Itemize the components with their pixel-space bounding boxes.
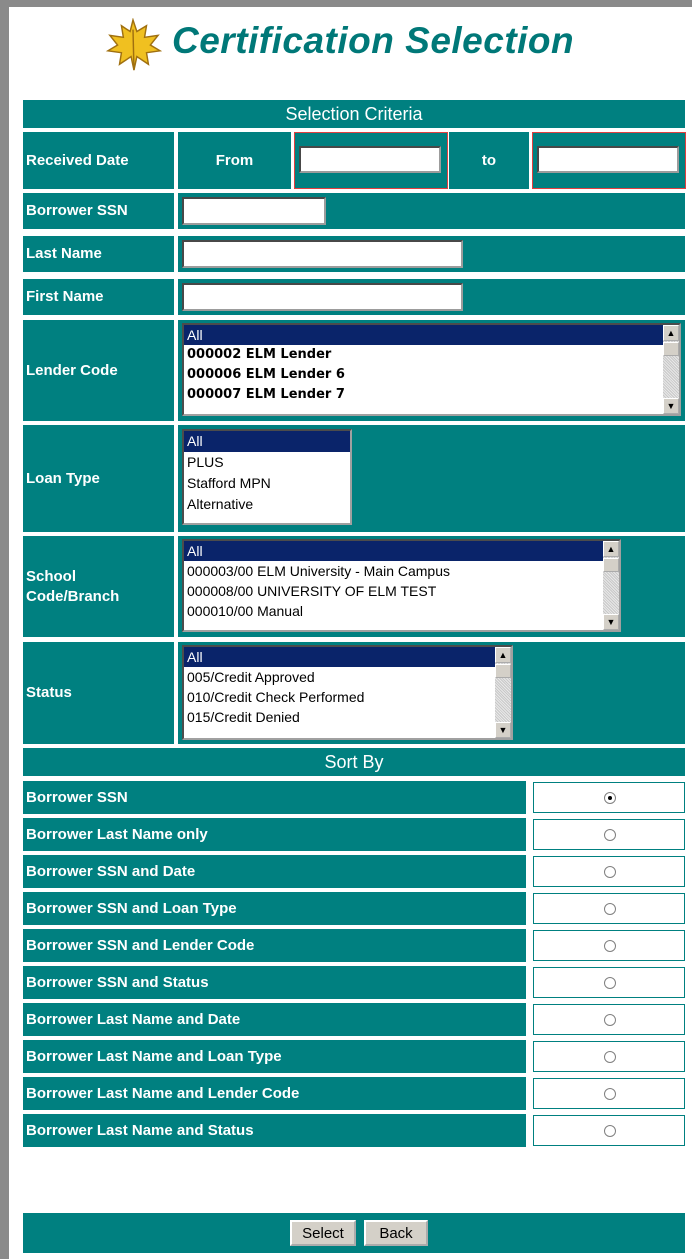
sort-radio-cell [533,930,685,961]
sort-radio-last-name-loan-type[interactable] [604,1051,616,1063]
list-option[interactable]: 000006 ELM Lender 6 [184,365,679,385]
sort-option-label: Borrower SSN and Loan Type [23,892,526,925]
list-option[interactable]: 000003/00 ELM University - Main Campus [184,561,619,581]
last-name-label: Last Name [23,236,174,272]
sort-option-label: Borrower Last Name and Loan Type [23,1040,526,1073]
sort-radio-cell [533,967,685,998]
sort-radio-last-name-only[interactable] [604,829,616,841]
list-option[interactable]: Alternative [184,494,350,515]
sort-option-label: Borrower Last Name and Status [23,1114,526,1147]
first-name-input[interactable] [182,283,463,311]
list-option[interactable]: 000002 ELM Lender [184,345,679,365]
sort-option-label: Borrower SSN and Lender Code [23,929,526,962]
sort-radio-ssn-status[interactable] [604,977,616,989]
lender-code-listbox[interactable]: All 000002 ELM Lender 000006 ELM Lender … [182,323,681,416]
sort-radio-cell [533,1004,685,1035]
borrower-ssn-input[interactable] [182,197,326,225]
list-option[interactable]: 005/Credit Approved [184,667,511,687]
scroll-up-icon[interactable]: ▲ [495,647,511,663]
list-option[interactable]: 000010/00 Manual [184,601,619,621]
last-name-input[interactable] [182,240,463,268]
sort-radio-ssn-date[interactable] [604,866,616,878]
sort-radio-ssn-lender-code[interactable] [604,940,616,952]
sort-radio-cell [533,819,685,850]
list-option[interactable]: 000007 ELM Lender 7 [184,385,679,405]
scrollbar[interactable]: ▲ ▼ [663,325,679,414]
sort-option-label: Borrower SSN and Status [23,966,526,999]
to-date-input[interactable] [537,146,679,173]
scroll-down-icon[interactable]: ▼ [495,722,511,738]
scroll-thumb[interactable] [663,342,679,356]
list-option[interactable]: 000008/00 UNIVERSITY OF ELM TEST [184,581,619,601]
scroll-down-icon[interactable]: ▼ [603,614,619,630]
school-code-label: School Code/Branch [23,536,174,637]
loan-type-listbox[interactable]: All PLUS Stafford MPN Alternative [182,429,352,525]
page-header: Certification Selection [100,12,620,72]
received-date-label: Received Date [23,132,174,189]
list-option[interactable]: All [184,431,350,452]
school-code-listbox[interactable]: All 000003/00 ELM University - Main Camp… [182,539,621,632]
sort-radio-last-name-date[interactable] [604,1014,616,1026]
back-button[interactable]: Back [364,1220,428,1246]
list-option[interactable]: All [184,541,619,561]
scroll-up-icon[interactable]: ▲ [603,541,619,557]
window-frame-left [0,0,9,1259]
sort-radio-last-name-lender-code[interactable] [604,1088,616,1100]
sort-option-label: Borrower Last Name and Date [23,1003,526,1036]
sort-option-label: Borrower SSN and Date [23,855,526,888]
sort-option-label: Borrower SSN [23,781,526,814]
scroll-thumb[interactable] [603,558,619,572]
sort-radio-cell [533,1078,685,1109]
sort-radio-last-name-status[interactable] [604,1125,616,1137]
sort-radio-cell [533,1041,685,1072]
scrollbar[interactable]: ▲ ▼ [495,647,511,738]
scroll-thumb[interactable] [495,664,511,678]
sort-option-label: Borrower Last Name only [23,818,526,851]
status-listbox[interactable]: All 005/Credit Approved 010/Credit Check… [182,645,513,740]
select-button[interactable]: Select [290,1220,356,1246]
from-date-input[interactable] [299,146,441,173]
sort-option-label: Borrower Last Name and Lender Code [23,1077,526,1110]
list-option[interactable]: 015/Credit Denied [184,707,511,727]
sort-radio-cell [533,856,685,887]
sort-radio-cell [533,1115,685,1146]
window-frame-top [0,0,692,7]
to-label: to [449,132,529,189]
first-name-label: First Name [23,279,174,315]
list-option[interactable]: All [184,325,679,345]
list-option[interactable]: PLUS [184,452,350,473]
selection-criteria-heading: Selection Criteria [23,100,685,128]
page-title: Certification Selection [172,20,575,61]
loan-type-label: Loan Type [23,425,174,532]
sort-radio-cell [533,893,685,924]
sort-by-heading: Sort By [23,748,685,776]
lender-code-label: Lender Code [23,320,174,421]
maple-leaf-icon [105,18,162,71]
borrower-ssn-label: Borrower SSN [23,193,174,229]
scrollbar[interactable]: ▲ ▼ [603,541,619,630]
status-label: Status [23,642,174,744]
sort-radio-cell [533,782,685,813]
sort-radio-ssn-loan-type[interactable] [604,903,616,915]
list-option[interactable]: 010/Credit Check Performed [184,687,511,707]
from-label: From [178,132,291,189]
sort-radio-borrower-ssn[interactable] [604,792,616,804]
list-option[interactable]: All [184,647,511,667]
scroll-up-icon[interactable]: ▲ [663,325,679,341]
list-option[interactable]: Stafford MPN [184,473,350,494]
scroll-down-icon[interactable]: ▼ [663,398,679,414]
